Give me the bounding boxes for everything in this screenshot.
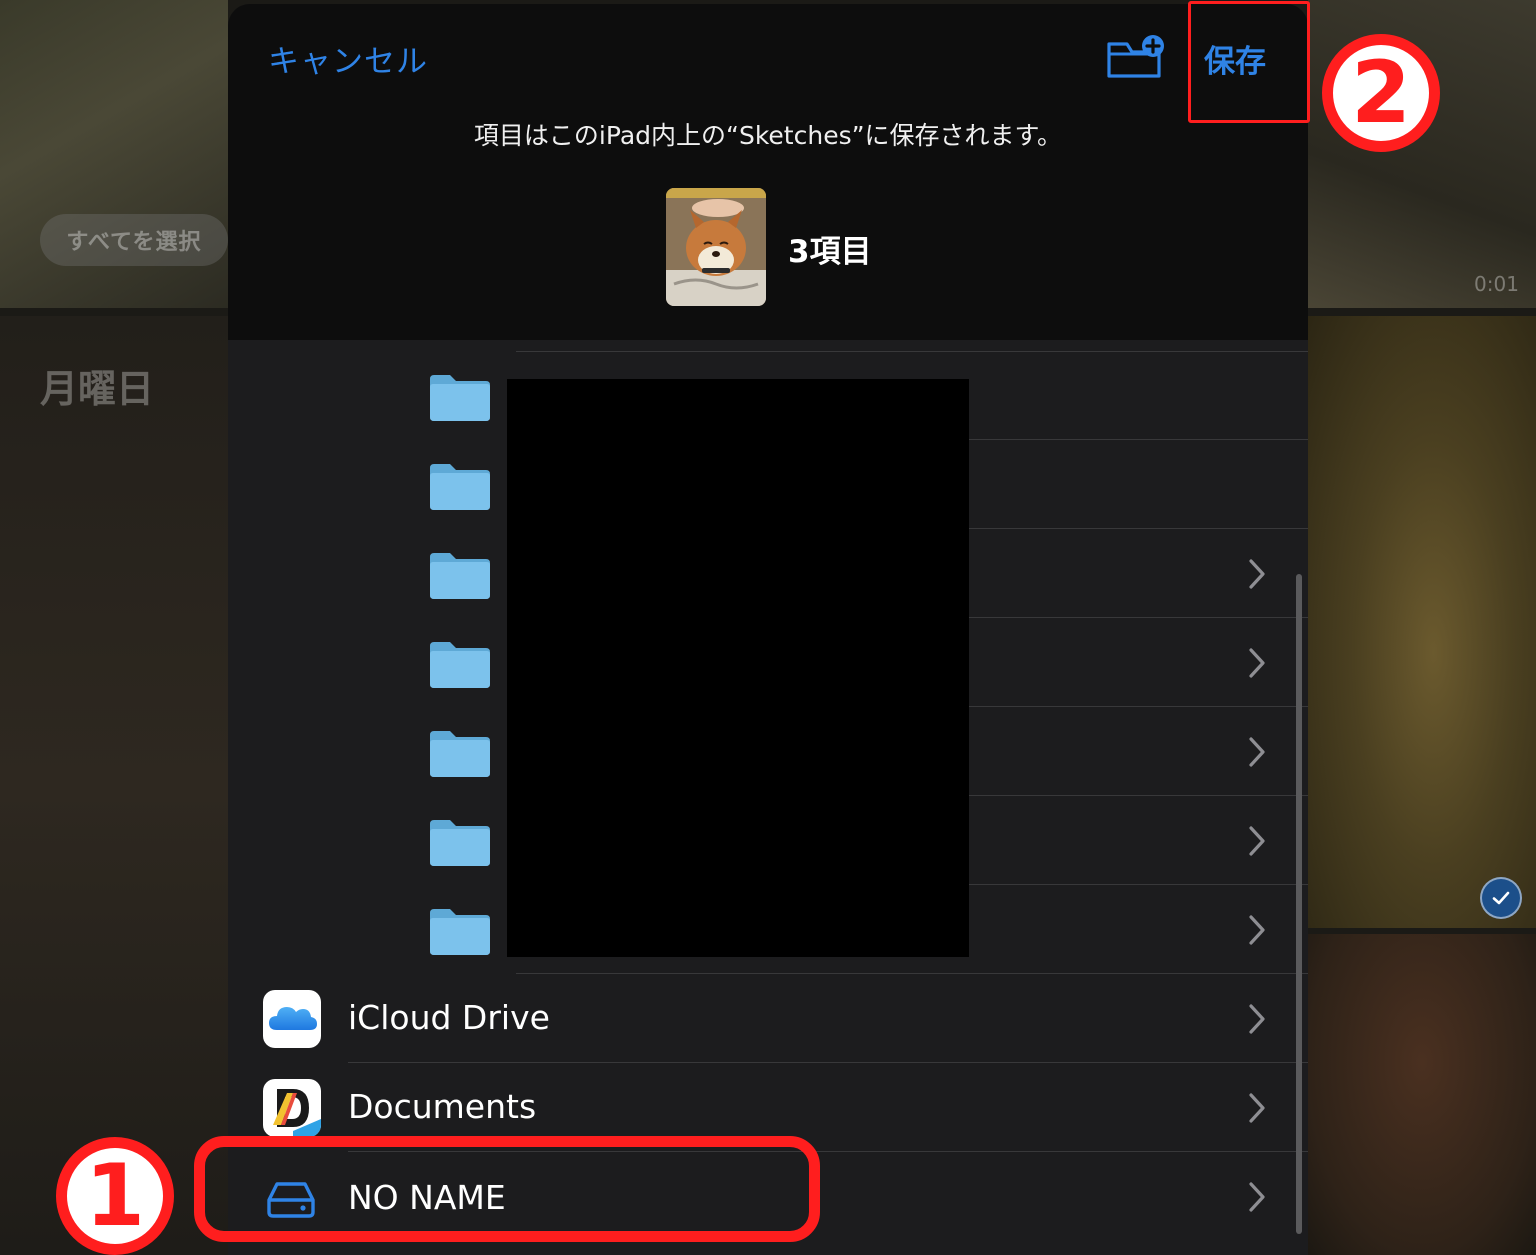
- item-count: 3項目: [788, 234, 872, 270]
- destination-description: 項目はこのiPad内上の“Sketches”に保存されます。: [473, 121, 1063, 150]
- background-photo-tile: [1308, 316, 1536, 928]
- step-number-badge: 1: [56, 1137, 174, 1255]
- folder-icon: [430, 818, 490, 866]
- save-button-highlight: [1188, 1, 1310, 123]
- documents-app-icon: [263, 1079, 321, 1137]
- folder-icon: [430, 907, 490, 955]
- location-row-icloud-drive[interactable]: iCloud Drive: [228, 974, 1308, 1063]
- location-label: Documents: [348, 1087, 537, 1126]
- chevron-right-icon: [1246, 646, 1268, 680]
- checkmark-icon: [1480, 877, 1522, 919]
- row-separator: [516, 351, 1308, 352]
- chevron-right-icon: [1246, 824, 1268, 858]
- chevron-right-icon: [1246, 557, 1268, 591]
- video-duration: 0:01: [1474, 272, 1519, 296]
- chevron-right-icon: [1246, 1180, 1268, 1214]
- scrollbar[interactable]: [1296, 574, 1302, 1234]
- redaction-block: [507, 379, 969, 957]
- item-thumbnail: [666, 188, 766, 306]
- folder-icon: [430, 729, 490, 777]
- folder-icon: [430, 462, 490, 510]
- background-photo-tile: [1308, 0, 1536, 308]
- folder-icon: [430, 551, 490, 599]
- chevron-right-icon: [1246, 1002, 1268, 1036]
- folder-icon: [430, 373, 490, 421]
- select-all-button: すべてを選択: [40, 214, 228, 266]
- chevron-right-icon: [1246, 1091, 1268, 1125]
- no-name-row-highlight: [194, 1136, 820, 1242]
- save-sheet: キャンセル 保存 項目はこのiPad内上の“Sketches”に保存されます。: [228, 4, 1308, 1255]
- background-photo-tile: [1308, 934, 1536, 1255]
- location-label: iCloud Drive: [348, 998, 550, 1037]
- chevron-right-icon: [1246, 913, 1268, 947]
- step-number-badge: 2: [1322, 34, 1440, 152]
- cancel-button[interactable]: キャンセル: [268, 36, 428, 81]
- new-folder-icon[interactable]: [1106, 34, 1166, 80]
- background-photo-tile: [0, 316, 228, 1255]
- chevron-right-icon: [1246, 735, 1268, 769]
- icloud-icon: [263, 990, 321, 1048]
- sheet-header: キャンセル 保存 項目はこのiPad内上の“Sketches”に保存されます。: [228, 4, 1308, 340]
- day-heading: 月曜日: [40, 367, 155, 411]
- folder-icon: [430, 640, 490, 688]
